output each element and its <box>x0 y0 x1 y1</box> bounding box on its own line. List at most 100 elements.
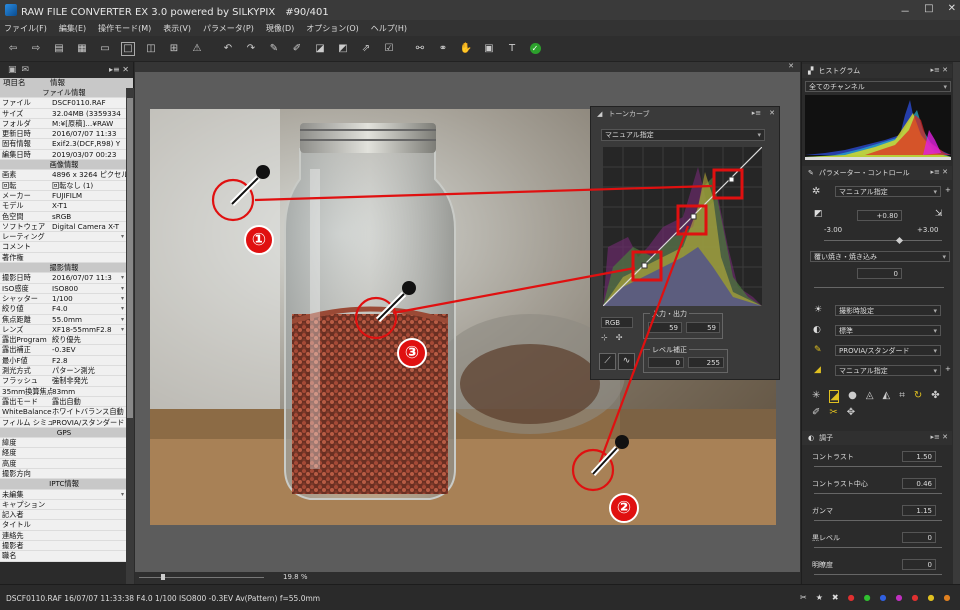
minimize-button[interactable]: － <box>900 3 910 18</box>
single-view-icon[interactable]: □ <box>121 41 135 56</box>
tone-standard-select[interactable]: 標準 <box>835 325 941 336</box>
zoom-slider[interactable] <box>139 574 264 580</box>
comment-tab-icon[interactable]: ✉ <box>22 65 30 75</box>
compare-view-icon[interactable]: ◫ <box>144 42 158 56</box>
info-value[interactable]: 55.0mm <box>52 315 126 324</box>
histogram-menu-icon[interactable]: ▸≡ ✕ <box>931 66 948 74</box>
level-high-value[interactable]: 255 <box>688 357 724 368</box>
rotate-tool-icon[interactable]: ↻ <box>914 390 922 403</box>
info-scrollbar[interactable] <box>126 88 134 584</box>
tone-add-icon[interactable]: + <box>945 365 951 373</box>
menu-option[interactable]: オプション(O) <box>306 23 359 34</box>
param-menu-icon[interactable]: ▸≡ ✕ <box>931 168 948 176</box>
tone-curve-preset-select[interactable]: マニュアル指定 <box>601 129 765 141</box>
histogram-channel-select[interactable]: 全てのチャンネル <box>805 81 951 92</box>
extra-tool-icon[interactable]: ✤ <box>931 390 939 403</box>
warning-icon[interactable]: ⚠ <box>190 42 204 56</box>
close-button[interactable]: ✕ <box>948 3 956 18</box>
curve-mode-icon[interactable]: ∿ <box>618 353 635 370</box>
remove-point-icon[interactable]: ✣ <box>616 333 623 342</box>
next-image-icon[interactable]: ⇨ <box>29 42 43 56</box>
dodge-burn-value[interactable]: 0 <box>857 268 902 279</box>
tone-slider[interactable] <box>814 547 942 548</box>
input-value[interactable]: 59 <box>648 322 682 333</box>
undo-icon[interactable]: ↶ <box>221 42 235 56</box>
thumbnail-view-icon[interactable]: ▤ <box>52 42 66 56</box>
info-value[interactable]: 2016/07/07 11:3 <box>52 273 126 282</box>
tone-slider[interactable] <box>814 493 942 494</box>
filmstrip-view-icon[interactable]: ▭ <box>98 42 112 56</box>
tone-curve-tool-icon[interactable]: ◢ <box>829 390 840 403</box>
prev-image-icon[interactable]: ⇦ <box>6 42 20 56</box>
lens-tool-icon[interactable]: ⌗ <box>899 390 905 403</box>
mark-icon[interactable]: ◩ <box>336 42 350 56</box>
tone-slider[interactable] <box>814 520 942 521</box>
info-value[interactable] <box>52 232 126 241</box>
menu-develop[interactable]: 現像(D) <box>266 23 294 34</box>
tone-curve-close-icon[interactable]: ✕ <box>769 109 775 117</box>
star-icon[interactable]: ★ <box>816 593 823 602</box>
panel-menu-icon[interactable]: ▸≡ ✕ <box>109 65 129 74</box>
tone-value[interactable]: 1.50 <box>902 451 936 462</box>
label-red-icon[interactable]: ● <box>848 593 855 602</box>
mix-tool-icon[interactable]: ✂ <box>829 407 837 418</box>
exposure-slider-knob[interactable] <box>895 236 904 245</box>
noise-tool-icon[interactable]: ◭ <box>883 390 891 403</box>
info-value[interactable]: 1/100 <box>52 294 126 303</box>
dodge-burn-select[interactable]: 覆い焼き・焼き込み <box>810 251 950 262</box>
label-yellow-icon[interactable]: ● <box>928 593 935 602</box>
film-sim-select[interactable]: PROVIA/スタンダード <box>835 345 941 356</box>
tone-value[interactable]: 0.46 <box>902 478 936 489</box>
tone-slider[interactable] <box>814 466 942 467</box>
tone-value[interactable]: 1.15 <box>902 505 936 516</box>
grid-view-icon[interactable]: ▦ <box>75 42 89 56</box>
display-icon[interactable]: ▣ <box>482 42 496 56</box>
tone-menu-icon[interactable]: ▸≡ ✕ <box>931 433 948 441</box>
tone-slider[interactable] <box>814 574 942 575</box>
right-scrollbar[interactable] <box>953 62 960 584</box>
exposure-slider[interactable] <box>824 240 942 241</box>
tone-value[interactable]: 0 <box>902 559 936 570</box>
wb-icon[interactable]: ⚯ <box>413 42 427 56</box>
tone-curve-graph[interactable] <box>602 146 763 307</box>
tag-icon[interactable]: ◪ <box>313 42 327 56</box>
linear-mode-icon[interactable]: ⟋ <box>599 353 616 370</box>
text-icon[interactable]: T <box>505 42 519 56</box>
gear-icon[interactable]: ✲ <box>812 186 820 197</box>
menu-help[interactable]: ヘルプ(H) <box>371 23 407 34</box>
maximize-button[interactable]: □ <box>924 3 933 18</box>
info-value[interactable]: ISO800 <box>52 284 126 293</box>
exposure-value[interactable]: +0.80 <box>857 210 902 221</box>
param-add-icon[interactable]: + <box>945 186 951 194</box>
param-preset-select[interactable]: マニュアル指定 <box>835 186 941 197</box>
info-value[interactable] <box>52 490 126 499</box>
check-icon[interactable]: ✓ <box>528 42 542 56</box>
auto-exposure-icon[interactable]: ⇲ <box>935 209 943 219</box>
color-tool-icon[interactable]: ● <box>848 390 857 403</box>
menu-mode[interactable]: 操作モード(M) <box>98 23 151 34</box>
cut-icon[interactable]: ✂ <box>800 593 807 602</box>
info-value[interactable]: XF18-55mmF2.8 <box>52 325 126 334</box>
menu-parameter[interactable]: パラメータ(P) <box>203 23 254 34</box>
tone-curve-preset-right[interactable]: マニュアル指定 <box>835 365 941 376</box>
sharpness-tool-icon[interactable]: ◬ <box>866 390 874 403</box>
sparkle-tool-icon[interactable]: ✥ <box>847 407 855 418</box>
menu-file[interactable]: ファイル(F) <box>4 23 47 34</box>
paste-param-icon[interactable]: ✐ <box>290 42 304 56</box>
menu-edit[interactable]: 編集(E) <box>59 23 86 34</box>
add-point-icon[interactable]: ⊹ <box>601 333 608 342</box>
zoom-value[interactable]: 19.8 <box>283 573 299 581</box>
redo-icon[interactable]: ↷ <box>244 42 258 56</box>
copy-param-icon[interactable]: ✎ <box>267 42 281 56</box>
label-blue-icon[interactable]: ● <box>880 593 887 602</box>
crop-icon[interactable]: ⚭ <box>436 42 450 56</box>
level-low-value[interactable]: 0 <box>648 357 684 368</box>
output-value[interactable]: 59 <box>686 322 720 333</box>
info-value[interactable]: F4.0 <box>52 304 126 313</box>
folder-tab-icon[interactable]: ▣ <box>8 65 17 75</box>
brush-icon[interactable]: ✋ <box>459 42 473 56</box>
channel-select[interactable]: RGB <box>601 317 633 328</box>
label-magenta-icon[interactable]: ● <box>896 593 903 602</box>
quad-view-icon[interactable]: ⊞ <box>167 42 181 56</box>
label-green-icon[interactable]: ● <box>864 593 871 602</box>
